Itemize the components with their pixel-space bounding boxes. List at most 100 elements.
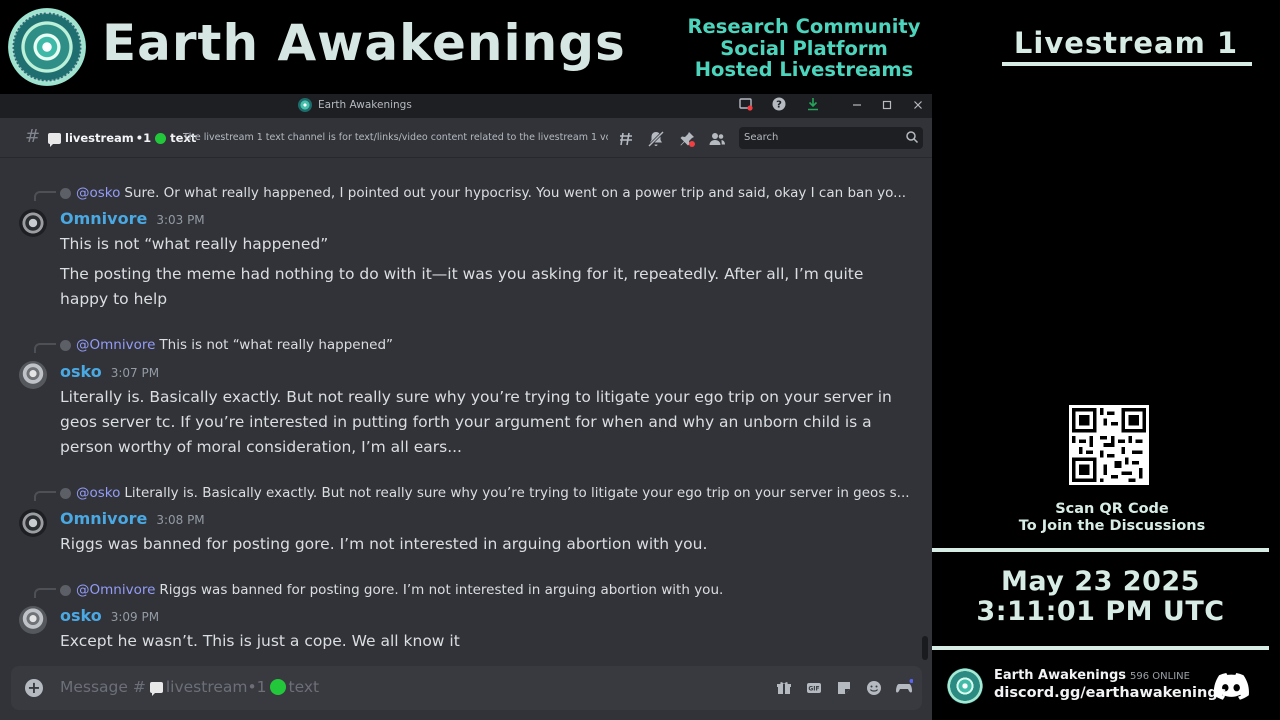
invite-link: discord.gg/earthawakenings [994, 685, 1227, 701]
reply-preview[interactable]: @osko Sure. Or what really happened, I p… [60, 185, 906, 201]
placeholder-channel-prefix: livestream [165, 678, 248, 696]
reply-avatar-icon [60, 187, 71, 199]
stream-date: May 23 2025 [1001, 566, 1200, 597]
green-circle-icon [269, 679, 286, 695]
title-bar: Earth Awakenings ? [0, 94, 932, 118]
author-name[interactable]: Omnivore [60, 209, 147, 228]
member-list-icon[interactable] [708, 130, 726, 148]
placeholder-channel-suffix: text [288, 678, 320, 696]
reply-avatar-icon [60, 487, 71, 499]
placeholder-prefix: Message # [60, 678, 146, 696]
message-body: Except he wasn’t. This is just a cope. W… [60, 632, 460, 650]
activities-gamepad-icon[interactable] [895, 679, 913, 697]
emoji-icon[interactable] [865, 679, 883, 697]
reply-text: This is not “what really happened” [159, 337, 394, 353]
gift-icon[interactable] [775, 679, 793, 697]
message-author[interactable]: Omnivore 3:03 PM [60, 209, 205, 228]
channel-topic[interactable]: The livestream 1 text channel is for tex… [183, 132, 608, 143]
server-icon [298, 98, 312, 112]
window-title-label: Earth Awakenings [318, 99, 412, 111]
reply-mention[interactable]: @osko [76, 185, 120, 201]
channel-name: livestream •1 text [48, 131, 196, 147]
avatar[interactable] [19, 361, 47, 389]
scrollbar-thumb[interactable] [922, 636, 928, 660]
author-name[interactable]: osko [60, 606, 102, 625]
reply-avatar-icon [60, 584, 71, 596]
reply-preview[interactable]: @osko Literally is. Basically exactly. B… [60, 485, 910, 501]
placeholder-channel-sep: •1 [247, 678, 267, 696]
divider [932, 548, 1269, 552]
speech-bubble-icon [48, 132, 61, 147]
reply-spine [34, 588, 56, 598]
author-name[interactable]: osko [60, 362, 102, 381]
reply-spine [34, 491, 56, 501]
close-icon[interactable] [909, 97, 927, 115]
message-timestamp: 3:07 PM [110, 366, 160, 380]
livestream-title: Livestream 1 [1013, 26, 1239, 60]
stream-banner: Earth Awakenings Research Community Soci… [0, 0, 932, 94]
hash-icon: # [25, 126, 41, 147]
avatar[interactable] [19, 209, 47, 237]
channel-header: # livestream •1 text The livestream 1 te… [0, 118, 932, 158]
reply-preview[interactable]: @Omnivore Riggs was banned for posting g… [60, 582, 723, 598]
earth-awakenings-logo-icon [8, 8, 86, 86]
search-input[interactable]: Search [739, 127, 923, 149]
reply-mention[interactable]: @Omnivore [76, 582, 155, 598]
minimize-icon[interactable] [848, 97, 866, 115]
threads-icon[interactable] [617, 130, 635, 148]
message-timestamp: 3:03 PM [156, 213, 205, 227]
message-author[interactable]: osko 3:07 PM [60, 362, 159, 381]
reply-mention[interactable]: @Omnivore [76, 337, 155, 353]
message-body: Riggs was banned for posting gore. I’m n… [60, 535, 708, 553]
speech-bubble-icon [149, 681, 163, 696]
reply-text: Sure. Or what really happened, I pointed… [124, 185, 907, 201]
window-title: Earth Awakenings [298, 98, 412, 112]
pinned-messages-icon[interactable] [678, 130, 696, 148]
message-list[interactable]: @osko Sure. Or what really happened, I p… [0, 158, 932, 660]
reply-mention[interactable]: @osko [76, 485, 120, 501]
message-author[interactable]: Omnivore 3:08 PM [60, 509, 205, 528]
reply-preview[interactable]: @Omnivore This is not “what really happe… [60, 337, 393, 353]
server-logo-icon [947, 668, 983, 704]
message-author[interactable]: osko 3:09 PM [60, 606, 159, 625]
green-circle-icon [155, 132, 167, 144]
server-name: Earth Awakenings 596 ONLINE [994, 668, 1190, 683]
message-body: The posting the meme had nothing to do w… [60, 265, 864, 308]
server-name-label: Earth Awakenings [994, 668, 1127, 683]
maximize-icon[interactable] [878, 97, 896, 115]
stream-side-panel: Livestream 1 Scan QR Code To Join the Di… [932, 0, 1280, 720]
inbox-icon[interactable] [737, 97, 755, 115]
download-icon[interactable] [804, 97, 822, 115]
reply-text: Riggs was banned for posting gore. I’m n… [159, 582, 724, 598]
message-input[interactable]: Message # livestream •1 text [60, 678, 319, 696]
tagline-line: Hosted Livestreams [694, 58, 914, 81]
channel-name-sep: •1 [135, 131, 152, 145]
svg-text:GIF: GIF [808, 686, 819, 693]
search-placeholder: Search [744, 132, 779, 143]
tagline: Research Community Social Platform Hoste… [672, 16, 936, 81]
qr-caption-line: To Join the Discussions [1018, 518, 1206, 534]
gif-icon[interactable]: GIF [805, 679, 823, 697]
help-icon[interactable]: ? [770, 97, 788, 115]
qr-caption: Scan QR Code To Join the Discussions [992, 501, 1232, 535]
message-timestamp: 3:08 PM [156, 513, 205, 527]
qr-code [1069, 405, 1149, 485]
tagline-line: Research Community [687, 15, 921, 38]
channel-name-prefix: livestream [65, 131, 134, 145]
reply-spine [34, 191, 56, 201]
search-icon [906, 131, 919, 144]
tagline-line: Social Platform [720, 36, 888, 60]
online-count: 596 ONLINE [1130, 671, 1190, 682]
title-underline [1002, 62, 1252, 66]
avatar[interactable] [19, 606, 47, 634]
author-name[interactable]: Omnivore [60, 509, 147, 528]
message-composer[interactable]: + Message # livestream •1 text GIF [11, 666, 922, 710]
notification-muted-icon[interactable] [647, 130, 665, 148]
sticker-icon[interactable] [835, 679, 853, 697]
attach-plus-icon[interactable]: + [25, 679, 43, 697]
discord-window: Earth Awakenings ? # livestream •1 text [0, 94, 932, 720]
avatar[interactable] [19, 509, 47, 537]
qr-code-icon [1072, 408, 1146, 482]
message-body: This is not “what really happened” [60, 235, 329, 253]
brand-title: Earth Awakenings [102, 14, 626, 72]
